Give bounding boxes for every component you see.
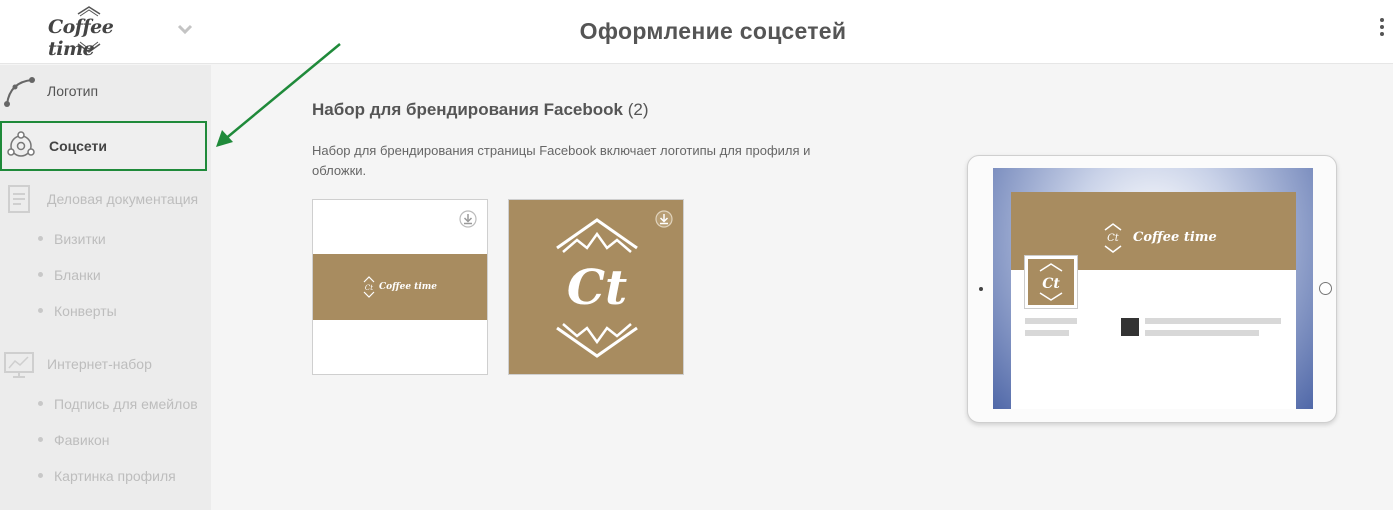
section-title-text: Набор для брендирования Facebook [312, 100, 623, 119]
placeholder-square [1121, 318, 1139, 336]
sidebar-subitem-letterheads[interactable]: Бланки [38, 267, 101, 283]
facebook-avatar-preview: Ct [1025, 256, 1077, 308]
sidebar-item-logo[interactable]: Логотип [0, 65, 211, 117]
page-title: Оформление соцсетей [579, 18, 847, 44]
placeholder-line [1145, 330, 1259, 336]
tablet-screen: Ct Coffee time Ct [993, 168, 1313, 409]
sidebar-subitem-label: Фавикон [54, 432, 110, 448]
sidebar-subitem-label: Визитки [54, 231, 106, 247]
download-icon[interactable] [459, 210, 477, 228]
coffee-time-mark-icon: Ct [1104, 223, 1122, 253]
facebook-profile-thumbnail[interactable]: Ct [508, 199, 684, 375]
section-count: (2) [627, 100, 649, 119]
sidebar-item-business-docs[interactable]: Деловая документация [0, 173, 211, 225]
more-menu-icon[interactable] [1376, 18, 1388, 40]
placeholder-line [1145, 318, 1281, 324]
sidebar-item-social[interactable]: Соцсети [0, 121, 207, 171]
tablet-preview: Ct Coffee time Ct [967, 155, 1337, 423]
avatar-monogram-mark: Ct [1039, 263, 1063, 301]
sidebar-subitem-label: Конверты [54, 303, 117, 319]
sidebar-item-label: Соцсети [49, 138, 107, 154]
sidebar-item-label: Логотип [47, 83, 99, 99]
document-icon [8, 185, 30, 213]
top-header: Coffee time Оформление соцсетей [0, 0, 1393, 64]
sidebar-subitem-business-cards[interactable]: Визитки [38, 231, 106, 247]
sidebar-item-label: Деловая документация [47, 191, 199, 207]
sidebar-subitem-label: Картинка профиля [54, 468, 176, 484]
tablet-home-button [1319, 282, 1332, 295]
sidebar-item-internet-kit[interactable]: Интернет-набор [0, 338, 211, 390]
tablet-camera [979, 287, 983, 291]
social-network-icon [7, 131, 35, 157]
avatar-monogram: Ct [1042, 276, 1060, 292]
sidebar-subitem-label: Бланки [54, 267, 101, 283]
cover-logo-text: Coffee time [378, 282, 438, 292]
svg-text:Ct: Ct [365, 284, 373, 292]
sidebar-subitem-label: Подпись для емейлов [54, 396, 198, 412]
section-title: Набор для брендирования Facebook (2) [312, 100, 649, 120]
sidebar-subitem-favicon[interactable]: Фавикон [38, 432, 110, 448]
sidebar-subitem-email-signature[interactable]: Подпись для емейлов [38, 396, 198, 412]
placeholder-line [1025, 330, 1069, 336]
coffee-time-mark-icon: Ct [363, 276, 375, 298]
sidebar-subitem-profile-picture[interactable]: Картинка профиля [38, 468, 176, 484]
monogram-logo: Ct [556, 218, 638, 358]
cover-preview-text: Coffee time [1133, 230, 1217, 245]
placeholder-line [1025, 318, 1077, 324]
profile-monogram: Ct [567, 260, 627, 316]
cover-band: Ct Coffee time [313, 254, 487, 320]
sidebar-item-label: Интернет-набор [47, 356, 152, 372]
sidebar-subitem-envelopes[interactable]: Конверты [38, 303, 117, 319]
svg-text:Ct: Ct [1107, 233, 1120, 244]
facebook-page-mockup: Ct Coffee time Ct [1011, 192, 1296, 409]
facebook-cover-thumbnail[interactable]: Ct Coffee time [312, 199, 488, 375]
vector-pen-icon [4, 77, 35, 107]
section-description: Набор для брендирования страницы Faceboo… [312, 143, 811, 178]
monitor-icon [4, 352, 34, 378]
sidebar: Логотип Соцсети Деловая документация Виз… [0, 65, 211, 510]
